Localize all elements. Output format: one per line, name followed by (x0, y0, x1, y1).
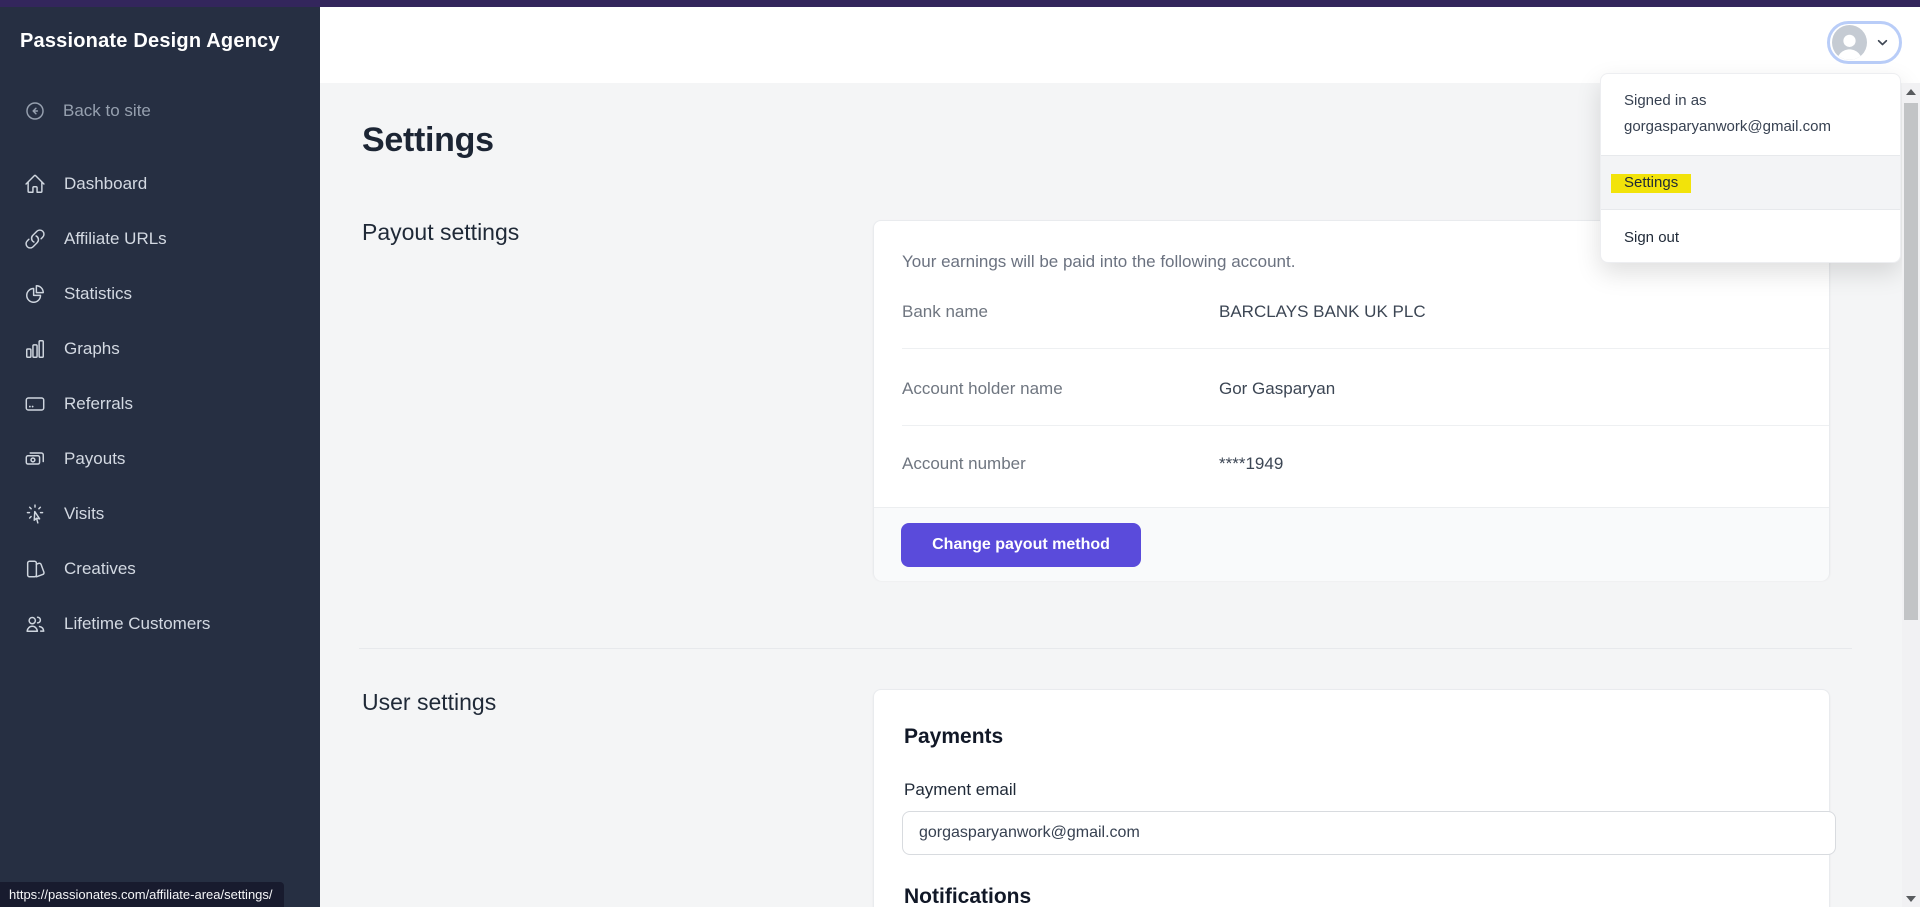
row-divider (902, 425, 1829, 426)
scroll-down-button[interactable] (1902, 890, 1920, 907)
back-to-site-link[interactable]: Back to site (24, 97, 151, 125)
payout-intro-text: Your earnings will be paid into the foll… (902, 252, 1295, 272)
row-divider (902, 348, 1829, 349)
top-bar (320, 7, 1920, 83)
account-number-label: Account number (902, 454, 1026, 474)
notifications-heading: Notifications (904, 885, 1031, 907)
top-accent-strip (0, 0, 1920, 7)
sidebar-item-label: Referrals (64, 394, 133, 414)
avatar (1832, 25, 1867, 60)
page-title: Settings (362, 121, 494, 160)
signed-in-info: Signed in as gorgasparyanwork@gmail.com (1601, 74, 1900, 140)
triangle-up-icon (1906, 89, 1916, 95)
brand-title: Passionate Design Agency (20, 30, 280, 53)
sidebar-item-graphs[interactable]: Graphs (0, 321, 320, 376)
sidebar-item-lifetime-customers[interactable]: Lifetime Customers (0, 596, 320, 651)
user-group-icon (24, 613, 46, 635)
user-menu-button[interactable] (1827, 21, 1902, 64)
sidebar-item-statistics[interactable]: Statistics (0, 266, 320, 321)
chart-pie-icon (24, 283, 46, 305)
bank-name-label: Bank name (902, 302, 988, 322)
sidebar-item-creatives[interactable]: Creatives (0, 541, 320, 596)
account-holder-label: Account holder name (902, 379, 1063, 399)
account-number-value: ****1949 (1219, 454, 1283, 474)
payout-settings-heading: Payout settings (362, 219, 519, 246)
sidebar-item-affiliate-urls[interactable]: Affiliate URLs (0, 211, 320, 266)
menu-item-sign-out[interactable]: Sign out (1601, 210, 1900, 263)
cursor-click-icon (24, 503, 46, 525)
user-settings-heading: User settings (362, 689, 496, 716)
person-icon (1832, 27, 1867, 60)
sidebar: Passionate Design Agency Back to site Da… (0, 7, 320, 907)
payout-settings-card: Your earnings will be paid into the foll… (873, 220, 1830, 580)
sidebar-item-payouts[interactable]: Payouts (0, 431, 320, 486)
sidebar-item-dashboard[interactable]: Dashboard (0, 156, 320, 211)
user-settings-card: Payments Payment email Notifications (873, 689, 1830, 907)
banknotes-icon (24, 448, 46, 470)
signed-in-email: gorgasparyanwork@gmail.com (1624, 114, 1877, 140)
sidebar-item-label: Graphs (64, 339, 120, 359)
chevron-down-icon (1874, 34, 1891, 51)
sidebar-item-referrals[interactable]: Referrals (0, 376, 320, 431)
payment-email-input[interactable] (902, 811, 1836, 855)
page-scrollbar[interactable] (1902, 83, 1920, 907)
payout-card-footer: Change payout method (874, 507, 1829, 581)
menu-item-settings[interactable]: Settings (1601, 156, 1900, 209)
sidebar-item-label: Creatives (64, 559, 136, 579)
sidebar-item-label: Payouts (64, 449, 125, 469)
bank-name-value: BARCLAYS BANK UK PLC (1219, 302, 1426, 322)
payments-heading: Payments (904, 725, 1003, 749)
credit-card-icon (24, 393, 46, 415)
settings-highlight: Settings (1611, 174, 1691, 193)
status-bar-url: https://passionates.com/affiliate-area/s… (0, 882, 284, 907)
sidebar-item-label: Dashboard (64, 174, 147, 194)
swatch-icon (24, 558, 46, 580)
back-to-site-label: Back to site (63, 101, 151, 121)
home-icon (24, 173, 46, 195)
payment-email-label: Payment email (904, 780, 1016, 800)
section-divider (359, 648, 1852, 649)
sidebar-item-label: Affiliate URLs (64, 229, 167, 249)
signed-in-label: Signed in as (1624, 88, 1877, 114)
arrow-left-circle-icon (24, 100, 46, 122)
link-icon (24, 228, 46, 250)
chart-bar-icon (24, 338, 46, 360)
sidebar-item-label: Statistics (64, 284, 132, 304)
sidebar-nav: Dashboard Affiliate URLs Statistics Grap… (0, 156, 320, 651)
scrollbar-thumb[interactable] (1904, 103, 1918, 620)
triangle-down-icon (1906, 896, 1916, 902)
account-holder-value: Gor Gasparyan (1219, 379, 1335, 399)
sidebar-item-label: Lifetime Customers (64, 614, 210, 634)
change-payout-method-button[interactable]: Change payout method (901, 523, 1141, 567)
user-dropdown-menu: Signed in as gorgasparyanwork@gmail.com … (1600, 73, 1901, 263)
sidebar-item-label: Visits (64, 504, 104, 524)
scroll-up-button[interactable] (1902, 83, 1920, 100)
sidebar-item-visits[interactable]: Visits (0, 486, 320, 541)
affiliate-area-settings-page: Passionate Design Agency Back to site Da… (0, 0, 1920, 907)
